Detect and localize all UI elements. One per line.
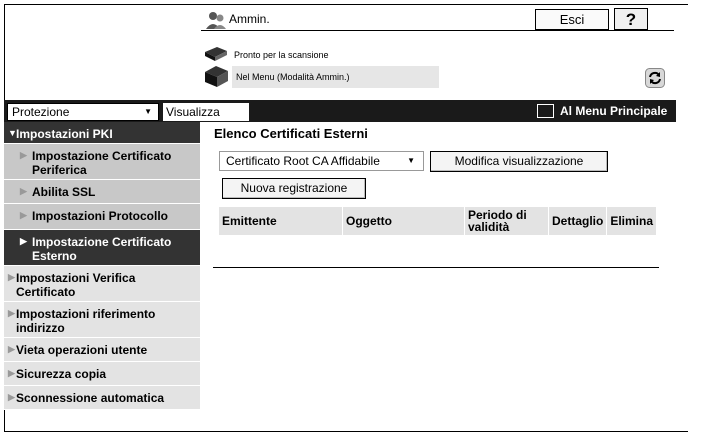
edit-view-button[interactable]: Modifica visualizzazione [430,151,608,172]
sidebar-item-address-reference[interactable]: ▶ Impostazioni riferimento indirizzo [4,302,200,338]
certificate-type-select[interactable]: Certificato Root CA Affidabile ▼ [219,151,424,171]
certificate-type-value: Certificato Root CA Affidabile [226,154,380,168]
table-header-row: Emittente Oggetto Periodo di validità De… [218,206,658,236]
logout-button[interactable]: Esci [535,9,609,30]
user-icon [206,12,226,29]
sidebar-item-protocol[interactable]: ▶ Impostazioni Protocollo [4,204,200,230]
refresh-icon[interactable] [645,68,665,88]
scan-status: Pronto per la scansione [234,50,329,60]
printer-icon [205,66,228,87]
sidebar-item-label: Abilita SSL [32,185,96,199]
sidebar-item-auto-logout[interactable]: ▶ Sconnessione automatica [4,386,200,410]
chevron-down-icon: ▼ [407,156,415,165]
sidebar-item-label: Impostazioni riferimento indirizzo [16,307,156,335]
certificate-table: Emittente Oggetto Periodo di validità De… [218,206,658,236]
triangle-right-icon: ▶ [8,368,15,378]
sidebar-item-pki[interactable]: ▼ Impostazioni PKI [4,122,200,144]
user-name: Ammin. [229,12,270,26]
sidebar-item-label: Impostazione Certificato Periferica [32,149,172,177]
sidebar-item-label: Impostazioni Verifica Certificato [16,271,136,299]
sidebar-item-label: Impostazioni Protocollo [32,209,169,223]
triangle-right-icon: ▶ [20,186,27,196]
header-divider [201,30,674,31]
category-select-value: Protezione [12,105,70,119]
sidebar-item-certificate-verification[interactable]: ▶ Impostazioni Verifica Certificato [4,266,200,302]
category-select[interactable]: Protezione ▼ [7,103,159,121]
triangle-right-icon: ▶ [8,272,15,282]
new-registration-button[interactable]: Nuova registrazione [222,178,366,199]
sidebar-item-ssl[interactable]: ▶ Abilita SSL [4,180,200,204]
scanner-icon [205,47,227,61]
column-header-detail: Dettaglio [547,206,608,236]
triangle-right-icon: ▶ [20,150,27,160]
main-menu-button[interactable]: Al Menu Principale [537,103,667,119]
triangle-right-icon: ▶ [8,392,15,402]
sidebar-item-label: Sconnessione automatica [16,391,165,405]
sidebar-item-device-certificate[interactable]: ▶ Impostazione Certificato Periferica [4,144,200,180]
triangle-right-icon: ▶ [8,344,15,354]
menu-icon [537,103,554,118]
sidebar-item-label: Sicurezza copia [16,367,107,381]
column-header-issuer: Emittente [218,206,343,236]
content-divider [213,267,659,268]
sidebar-item-copy-security[interactable]: ▶ Sicurezza copia [4,362,200,386]
triangle-right-icon: ▶ [20,210,27,220]
triangle-down-icon: ▼ [8,128,17,138]
column-header-delete: Elimina [606,206,658,236]
triangle-right-icon: ▶ [20,236,27,246]
sidebar-item-label: Impostazione Certificato Esterno [32,235,172,263]
column-header-subject: Oggetto [342,206,465,236]
triangle-right-icon: ▶ [8,308,15,318]
help-button[interactable]: ? [614,8,648,30]
mode-status: Nel Menu (Modalità Ammin.) [236,72,350,82]
sidebar-item-block-user-operations[interactable]: ▶ Vieta operazioni utente [4,338,200,362]
sidebar-item-label: Vieta operazioni utente [16,343,148,357]
view-button[interactable]: Visualizza [163,103,249,121]
sidebar-item-external-certificate[interactable]: ▶ Impostazione Certificato Esterno [4,230,200,266]
sidebar-item-label: Impostazioni PKI [16,127,113,141]
page-title: Elenco Certificati Esterni [214,126,368,141]
main-menu-label: Al Menu Principale [560,104,668,118]
column-header-validity: Periodo di validità [464,206,549,236]
sidebar: ▼ Impostazioni PKI ▶ Impostazione Certif… [4,122,200,410]
chevron-down-icon: ▼ [144,107,152,116]
